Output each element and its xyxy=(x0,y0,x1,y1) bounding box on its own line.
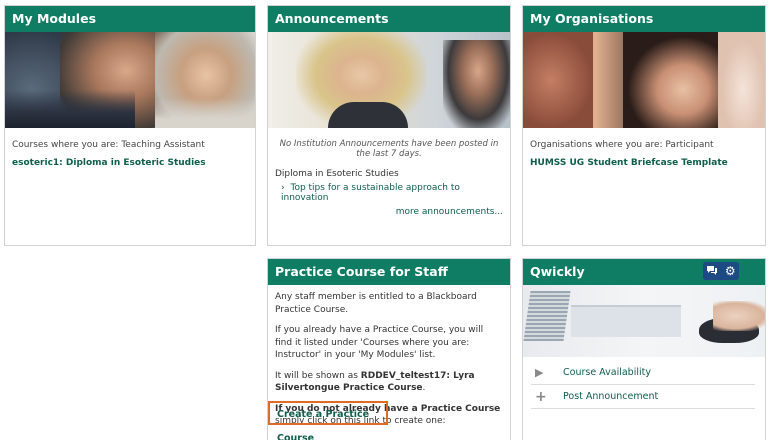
practice-course-title: Practice Course for Staff xyxy=(268,259,510,285)
announcement-item-label: Top tips for a sustainable approach to i… xyxy=(281,183,460,203)
my-organisations-panel: My Organisations Organisations where you… xyxy=(522,5,766,246)
practice-existing-text: If you already have a Practice Course, y… xyxy=(275,325,484,360)
gear-icon[interactable]: ⚙ xyxy=(725,265,736,277)
no-institution-announcements: No Institution Announcements have been p… xyxy=(279,139,499,159)
qwickly-item-course-availability[interactable]: ▶ Course Availability xyxy=(531,361,755,385)
qwickly-item-label: Course Availability xyxy=(563,367,651,378)
students-closeup-photo xyxy=(523,32,765,128)
more-announcements-link[interactable]: more announcements... xyxy=(275,207,503,217)
my-modules-panel: My Modules Courses where you are: Teachi… xyxy=(4,5,256,246)
course-link-esoteric1[interactable]: esoteric1: Diploma in Esoteric Studies xyxy=(12,158,248,168)
lecturer-photo xyxy=(268,32,510,128)
announcements-panel: Announcements No Institution Announcemen… xyxy=(267,5,511,246)
plus-icon: + xyxy=(535,388,547,405)
my-organisations-role-text: Organisations where you are: Participant xyxy=(530,140,714,150)
chevron-right-icon: › xyxy=(281,183,285,193)
qwickly-item-post-announcement[interactable]: + Post Announcement xyxy=(531,385,755,409)
chat-icon[interactable] xyxy=(706,259,718,284)
practice-course-panel: Practice Course for Staff Any staff memb… xyxy=(267,258,511,440)
qwickly-title: Qwickly ⚙ xyxy=(523,259,765,285)
announcements-title: Announcements xyxy=(268,6,510,32)
org-link-humss[interactable]: HUMSS UG Student Briefcase Template xyxy=(530,158,758,168)
my-organisations-title: My Organisations xyxy=(523,6,765,32)
qwickly-item-label: Post Announcement xyxy=(563,391,659,402)
announcement-course-name: Diploma in Esoteric Studies xyxy=(275,169,399,179)
desk-photo xyxy=(523,285,765,357)
announcement-item[interactable]: › Top tips for a sustainable approach to… xyxy=(275,183,503,203)
practice-shown-as-text: It will be shown as RDDEV_teltest17: Lyr… xyxy=(275,370,475,394)
create-practice-course-button[interactable]: Create a Practice Course xyxy=(268,401,388,440)
my-modules-title: My Modules xyxy=(5,6,255,32)
qwickly-tools: ⚙ xyxy=(703,262,739,280)
play-icon: ▶ xyxy=(535,366,544,379)
students-photo xyxy=(5,32,255,128)
practice-intro-text: Any staff member is entitled to a Blackb… xyxy=(275,292,477,315)
qwickly-panel: Qwickly ⚙ ▶ Course Availability + Post A… xyxy=(522,258,766,440)
my-modules-role-text: Courses where you are: Teaching Assistan… xyxy=(12,140,205,150)
